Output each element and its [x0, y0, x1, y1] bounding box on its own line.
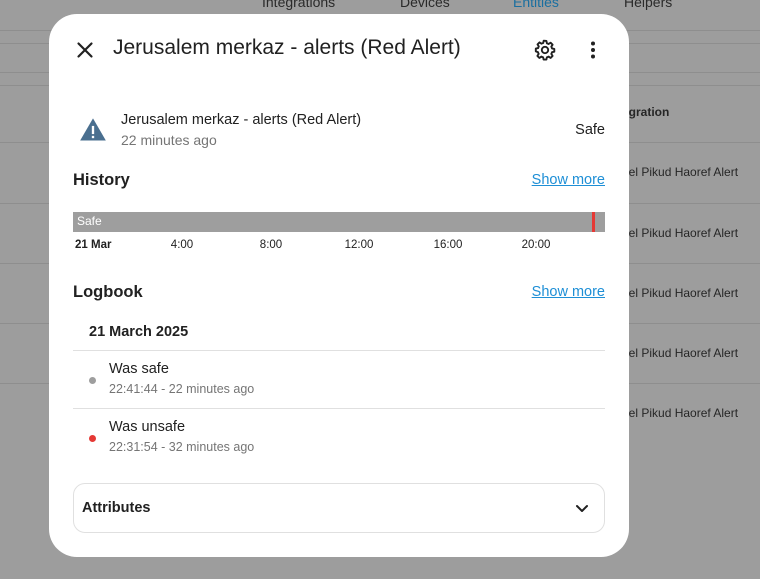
- logbook-title: Logbook: [73, 283, 143, 301]
- dialog-title: Jerusalem merkaz - alerts (Red Alert): [113, 36, 461, 59]
- close-icon: [77, 42, 93, 58]
- history-show-more-link[interactable]: Show more: [532, 172, 605, 188]
- logbook-date: 21 March 2025: [89, 324, 189, 340]
- timeline-tick-label: 21 Mar: [75, 239, 112, 251]
- alert-triangle-icon: [80, 118, 106, 141]
- log-entry-subtitle: 22:41:44 - 22 minutes ago: [109, 382, 255, 396]
- column-header-integration: egration: [622, 105, 670, 119]
- timeline-state-label: Safe: [77, 214, 102, 228]
- entity-more-info-dialog: Jerusalem merkaz - alerts (Red Alert) Je…: [49, 14, 629, 557]
- log-entry-title: Was safe: [109, 361, 169, 377]
- log-entry-subtitle: 22:31:54 - 32 minutes ago: [109, 440, 255, 454]
- entity-last-changed: 22 minutes ago: [121, 132, 217, 148]
- more-options-button[interactable]: [573, 30, 613, 70]
- timeline-tick-label: 20:00: [521, 239, 551, 251]
- tab-entities[interactable]: Entities: [513, 0, 559, 10]
- table-cell: ael Pikud Haoref Alert: [622, 346, 739, 360]
- timeline-tick-label: 16:00: [433, 239, 463, 251]
- timeline-tick-label: 4:00: [170, 239, 194, 251]
- dialog-header: Jerusalem merkaz - alerts (Red Alert): [49, 14, 629, 86]
- divider: [73, 350, 605, 351]
- tab-integrations[interactable]: Integrations: [262, 0, 335, 10]
- chevron-down-icon: [576, 505, 588, 512]
- settings-button[interactable]: [525, 30, 565, 70]
- logbook-show-more-link[interactable]: Show more: [532, 284, 605, 300]
- attributes-expander[interactable]: Attributes: [73, 483, 605, 533]
- gear-icon: [534, 39, 556, 61]
- entity-state: Safe: [575, 122, 605, 138]
- entity-row: Jerusalem merkaz - alerts (Red Alert) 22…: [73, 110, 605, 150]
- history-title: History: [73, 171, 130, 189]
- history-timeline-bar[interactable]: Safe: [73, 212, 605, 232]
- log-entry-dot: [89, 435, 96, 442]
- log-entry-title: Was unsafe: [109, 419, 186, 435]
- more-vertical-icon: [591, 41, 595, 59]
- close-button[interactable]: [65, 30, 105, 70]
- divider: [73, 408, 605, 409]
- tab-devices[interactable]: Devices: [400, 0, 450, 10]
- attributes-label: Attributes: [82, 500, 151, 516]
- tab-helpers[interactable]: Helpers: [624, 0, 672, 10]
- log-entry-dot: [89, 377, 96, 384]
- timeline-tick-label: 12:00: [344, 239, 374, 251]
- entity-name: Jerusalem merkaz - alerts (Red Alert): [121, 112, 362, 128]
- table-cell: ael Pikud Haoref Alert: [622, 226, 739, 240]
- timeline-tick-label: 8:00: [259, 239, 283, 251]
- table-cell: ael Pikud Haoref Alert: [622, 406, 739, 420]
- table-cell: ael Pikud Haoref Alert: [622, 286, 739, 300]
- table-cell: ael Pikud Haoref Alert: [622, 165, 739, 179]
- timeline-unsafe-marker: [592, 212, 595, 232]
